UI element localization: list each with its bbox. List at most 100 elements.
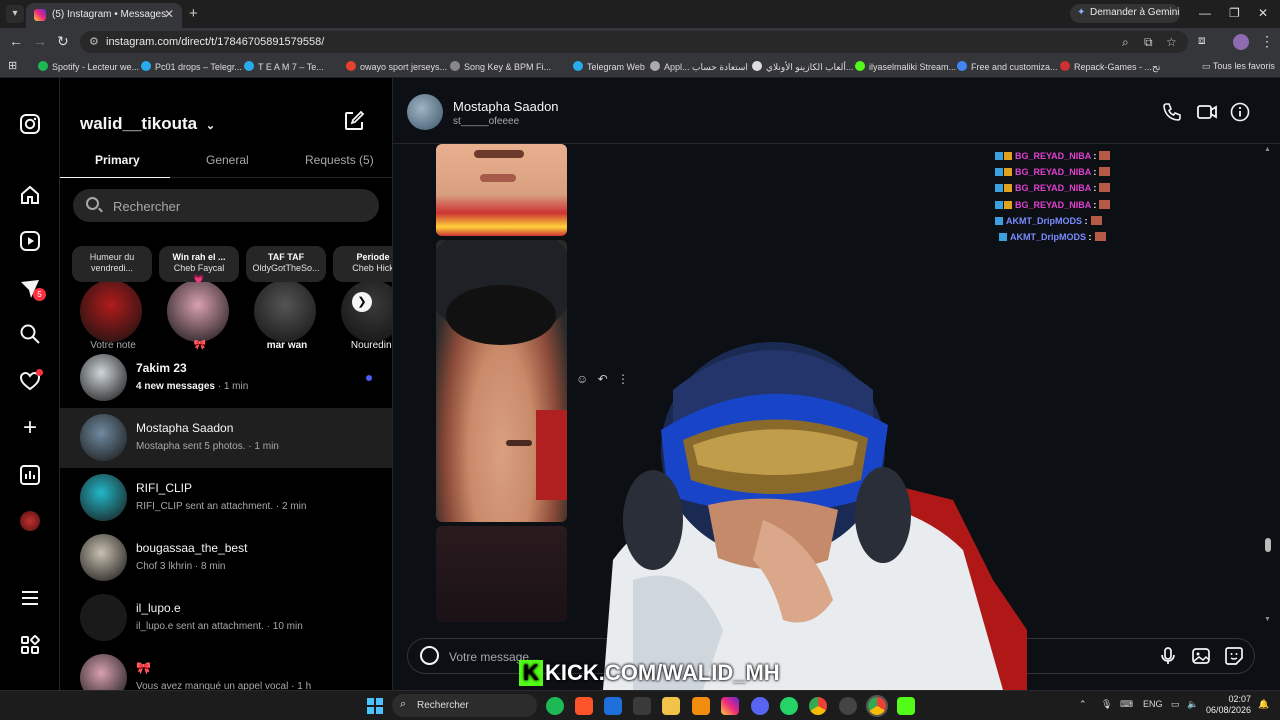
file-explorer-icon[interactable]: [662, 697, 680, 715]
notes-next-button[interactable]: ❯: [352, 292, 372, 312]
bookmark-star-icon[interactable]: ☆: [1166, 35, 1177, 49]
tab-requests[interactable]: Requests (5): [305, 153, 374, 167]
bookmark-item[interactable]: T E A M 7 – Te...: [244, 61, 324, 72]
restore-button[interactable]: ❐: [1229, 6, 1240, 20]
all-bookmarks[interactable]: ▭ Tous les favoris: [1202, 61, 1275, 72]
bookmark-item[interactable]: Free and customiza...: [957, 61, 1058, 72]
emoji-picker-icon[interactable]: [420, 646, 439, 665]
apps-icon[interactable]: [19, 634, 41, 656]
chat-contact-name[interactable]: Mostapha Saadon: [453, 99, 559, 114]
whatsapp-app-icon[interactable]: [780, 697, 798, 715]
note-avatar[interactable]: [167, 280, 229, 342]
tab-search-button[interactable]: ▾: [6, 5, 24, 23]
instagram-app-icon[interactable]: [721, 697, 739, 715]
reload-icon[interactable]: ↻: [57, 33, 69, 50]
message-photo[interactable]: [436, 526, 567, 622]
conversation-info-icon[interactable]: [1230, 102, 1250, 127]
terminal-app-icon[interactable]: [633, 697, 651, 715]
scroll-thumb[interactable]: [1265, 538, 1271, 552]
apps-grid-icon[interactable]: ⊞: [8, 59, 17, 72]
network-icon[interactable]: ▭: [1171, 699, 1180, 710]
menu-icon[interactable]: ⋮: [1260, 33, 1274, 50]
conversation-item[interactable]: bougassaa_the_best Chof 3 lkhrin · 8 min: [60, 528, 392, 588]
bookmark-item[interactable]: Song Key & BPM Fi...: [450, 61, 551, 72]
mic-tray-icon[interactable]: 🎙: [1101, 699, 1112, 710]
new-message-icon[interactable]: [343, 110, 365, 138]
bookmark-item[interactable]: ألعاب الكازينو الأونلاي...: [752, 61, 853, 73]
gemini-button[interactable]: ✦ Demander à Gemini: [1070, 4, 1180, 23]
search-icon[interactable]: [19, 323, 41, 345]
bookmark-item[interactable]: ilyaselmaliki Stream...: [855, 61, 956, 72]
conversation-item[interactable]: Mostapha Saadon Mostapha sent 5 photos. ·…: [60, 408, 392, 468]
keyboard-tray-icon[interactable]: ⌨: [1120, 699, 1133, 710]
close-tab-icon[interactable]: ✕: [164, 7, 174, 21]
vlc-app-icon[interactable]: [692, 697, 710, 715]
kick-app-icon[interactable]: [897, 697, 915, 715]
start-button[interactable]: [367, 698, 383, 714]
conversation-item[interactable]: RIFI_CLIP RIFI_CLIP sent an attachment. ·…: [60, 468, 392, 528]
message-photo[interactable]: [436, 144, 567, 236]
defender-app-icon[interactable]: [604, 697, 622, 715]
tray-expand-icon[interactable]: ⌃: [1079, 699, 1087, 710]
conversation-item[interactable]: 🎀 Vous avez manqué un appel vocal · 1 h: [60, 648, 392, 690]
spotify-app-icon[interactable]: [546, 697, 564, 715]
scroll-up-arrow-icon[interactable]: ▲: [1264, 146, 1271, 153]
install-app-icon[interactable]: ⧉: [1144, 35, 1153, 50]
bookmark-item[interactable]: Appl... استعادة حساب: [650, 61, 748, 73]
back-icon[interactable]: ←: [9, 33, 23, 49]
system-clock[interactable]: 02:07 06/08/2026: [1205, 694, 1251, 716]
more-menu-icon[interactable]: [19, 587, 41, 609]
notification-center-icon[interactable]: 🔔: [1258, 699, 1269, 710]
home-icon[interactable]: [19, 184, 41, 206]
volume-icon[interactable]: 🔈: [1187, 699, 1198, 710]
sticker-icon[interactable]: [1224, 646, 1244, 671]
note-bubble[interactable]: Periode Cheb Hick: [333, 246, 392, 282]
note-avatar[interactable]: [80, 280, 142, 342]
profile-avatar[interactable]: [1233, 34, 1249, 50]
search-input[interactable]: Rechercher: [73, 189, 379, 222]
language-indicator[interactable]: ENG: [1143, 699, 1163, 709]
reels-icon[interactable]: [19, 230, 41, 252]
browser-tab[interactable]: (5) Instagram • Messages ✕: [26, 3, 182, 28]
new-tab-button[interactable]: +: [189, 5, 198, 22]
scroll-down-arrow-icon[interactable]: ▼: [1264, 616, 1271, 623]
chat-avatar[interactable]: [407, 94, 443, 130]
note-avatar[interactable]: [254, 280, 316, 342]
image-upload-icon[interactable]: [1191, 646, 1211, 671]
bookmark-item[interactable]: Telegram Web: [573, 61, 645, 72]
bookmark-item[interactable]: Spotify - Lecteur we...: [38, 61, 139, 72]
bookmark-item[interactable]: Repack-Games - ...تح: [1060, 61, 1160, 73]
audio-call-icon[interactable]: [1162, 102, 1182, 127]
extensions-icon[interactable]: ⧈: [1198, 33, 1206, 48]
brave-app-icon[interactable]: [575, 697, 593, 715]
conversation-item[interactable]: il_lupo.e il_lupo.e sent an attachment. ·…: [60, 588, 392, 648]
taskbar-search[interactable]: ⌕ Rechercher: [392, 694, 537, 717]
discord-app-icon[interactable]: [751, 697, 769, 715]
chrome-app-icon[interactable]: [809, 697, 827, 715]
chrome-active-app-icon[interactable]: [866, 695, 888, 717]
address-bar[interactable]: ⚙ instagram.com/direct/t/178467058915795…: [80, 31, 1188, 53]
site-info-icon[interactable]: ⚙: [89, 35, 99, 48]
note-avatar[interactable]: [341, 280, 392, 342]
bookmark-item[interactable]: Pc01 drops – Telegr...: [141, 61, 242, 72]
tab-general[interactable]: General: [206, 153, 249, 167]
profile-icon[interactable]: [19, 510, 41, 532]
minimize-button[interactable]: —: [1199, 6, 1211, 20]
note-bubble[interactable]: TAF TAF OldyGotTheSo...: [246, 246, 326, 282]
instagram-logo-icon[interactable]: [19, 113, 41, 135]
create-plus-icon[interactable]: +: [19, 416, 41, 440]
microphone-icon[interactable]: [1159, 646, 1177, 671]
obs-app-icon[interactable]: [839, 697, 857, 715]
account-switcher[interactable]: walid__tikouta ⌄: [80, 114, 215, 134]
close-window-button[interactable]: ✕: [1258, 6, 1268, 20]
dashboard-icon[interactable]: [19, 464, 41, 486]
forward-icon[interactable]: →: [33, 33, 47, 49]
note-bubble[interactable]: Win rah el ... Cheb Faycal 💗: [159, 246, 239, 284]
video-call-icon[interactable]: [1196, 102, 1218, 127]
conversation-item[interactable]: 7akim 23 4 new messages · 1 min: [60, 348, 392, 408]
note-bubble[interactable]: Humeur du vendredi...: [72, 246, 152, 282]
message-photo[interactable]: [436, 240, 567, 522]
zoom-icon[interactable]: ⌕: [1122, 35, 1129, 50]
bookmark-item[interactable]: owayo sport jerseys...: [346, 61, 447, 72]
chat-scrollbar[interactable]: ▲ ▼: [1262, 146, 1274, 626]
